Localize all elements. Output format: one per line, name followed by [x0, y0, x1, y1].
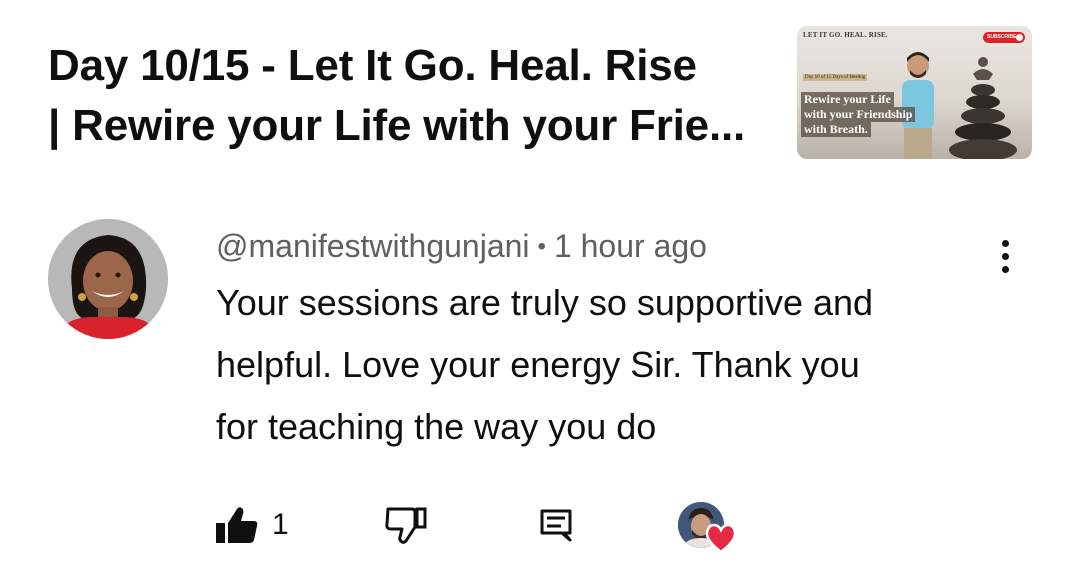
meta-separator: •	[537, 233, 546, 260]
thumbnail-stones-image	[949, 57, 1017, 159]
commenter-avatar-image	[48, 219, 168, 339]
thumbnail-headline: Rewire your Life with your Friendship wi…	[801, 92, 916, 137]
video-title-line-1: Day 10/15 - Let It Go. Heal. Rise	[48, 41, 697, 90]
like-button[interactable]: 1	[212, 490, 289, 560]
comment-body-line-2: helpful. Love your energy Sir. Thank you	[216, 344, 860, 385]
comment-meta: @manifestwithgunjani • 1 hour ago	[216, 224, 707, 269]
commenter-avatar[interactable]	[48, 219, 168, 339]
thumbs-down-outline-icon	[385, 507, 427, 544]
reply-button[interactable]	[536, 490, 576, 560]
video-thumbnail[interactable]: LET IT GO. HEAL. RISE. SUBSCRIBE Day 10 …	[797, 26, 1032, 159]
thumbnail-headline-line-1: Rewire your Life	[801, 92, 894, 107]
comment-page: Day 10/15 - Let It Go. Heal. Rise | Rewi…	[0, 0, 1080, 587]
more-vertical-icon-dot-2	[1001, 252, 1009, 260]
video-title[interactable]: Day 10/15 - Let It Go. Heal. Rise | Rewi…	[48, 36, 768, 156]
dislike-button[interactable]	[382, 490, 430, 560]
comment-body-line-3: for teaching the way you do	[216, 406, 657, 447]
comment-icon	[540, 509, 572, 542]
comment-action-bar: 1	[0, 490, 1080, 560]
creator-heart-badge	[678, 490, 737, 560]
more-vertical-icon	[1001, 239, 1009, 247]
thumbnail-headline-line-2: with your Friendship	[801, 107, 916, 122]
comment-time: 1 hour ago	[553, 228, 707, 264]
thumbnail-subscribe-badge: SUBSCRIBE	[983, 32, 1025, 43]
heart-icon	[705, 523, 737, 554]
thumbnail-top-text: LET IT GO. HEAL. RISE.	[803, 31, 888, 39]
thumbnail-sub-text: Day 10 of 15 Days of Healing	[803, 74, 868, 81]
creator-avatar	[678, 502, 737, 554]
video-title-line-2: | Rewire your Life with your Frie...	[48, 101, 746, 150]
thumbnail-headline-line-3: with Breath.	[801, 122, 871, 137]
comment-body-line-1: Your sessions are truly so supportive an…	[216, 282, 874, 323]
like-count: 1	[272, 508, 289, 541]
thumbs-up-filled-icon	[216, 507, 258, 543]
comment-author[interactable]: @manifestwithgunjani	[216, 228, 530, 264]
comment-body: Your sessions are truly so supportive an…	[216, 272, 1016, 458]
